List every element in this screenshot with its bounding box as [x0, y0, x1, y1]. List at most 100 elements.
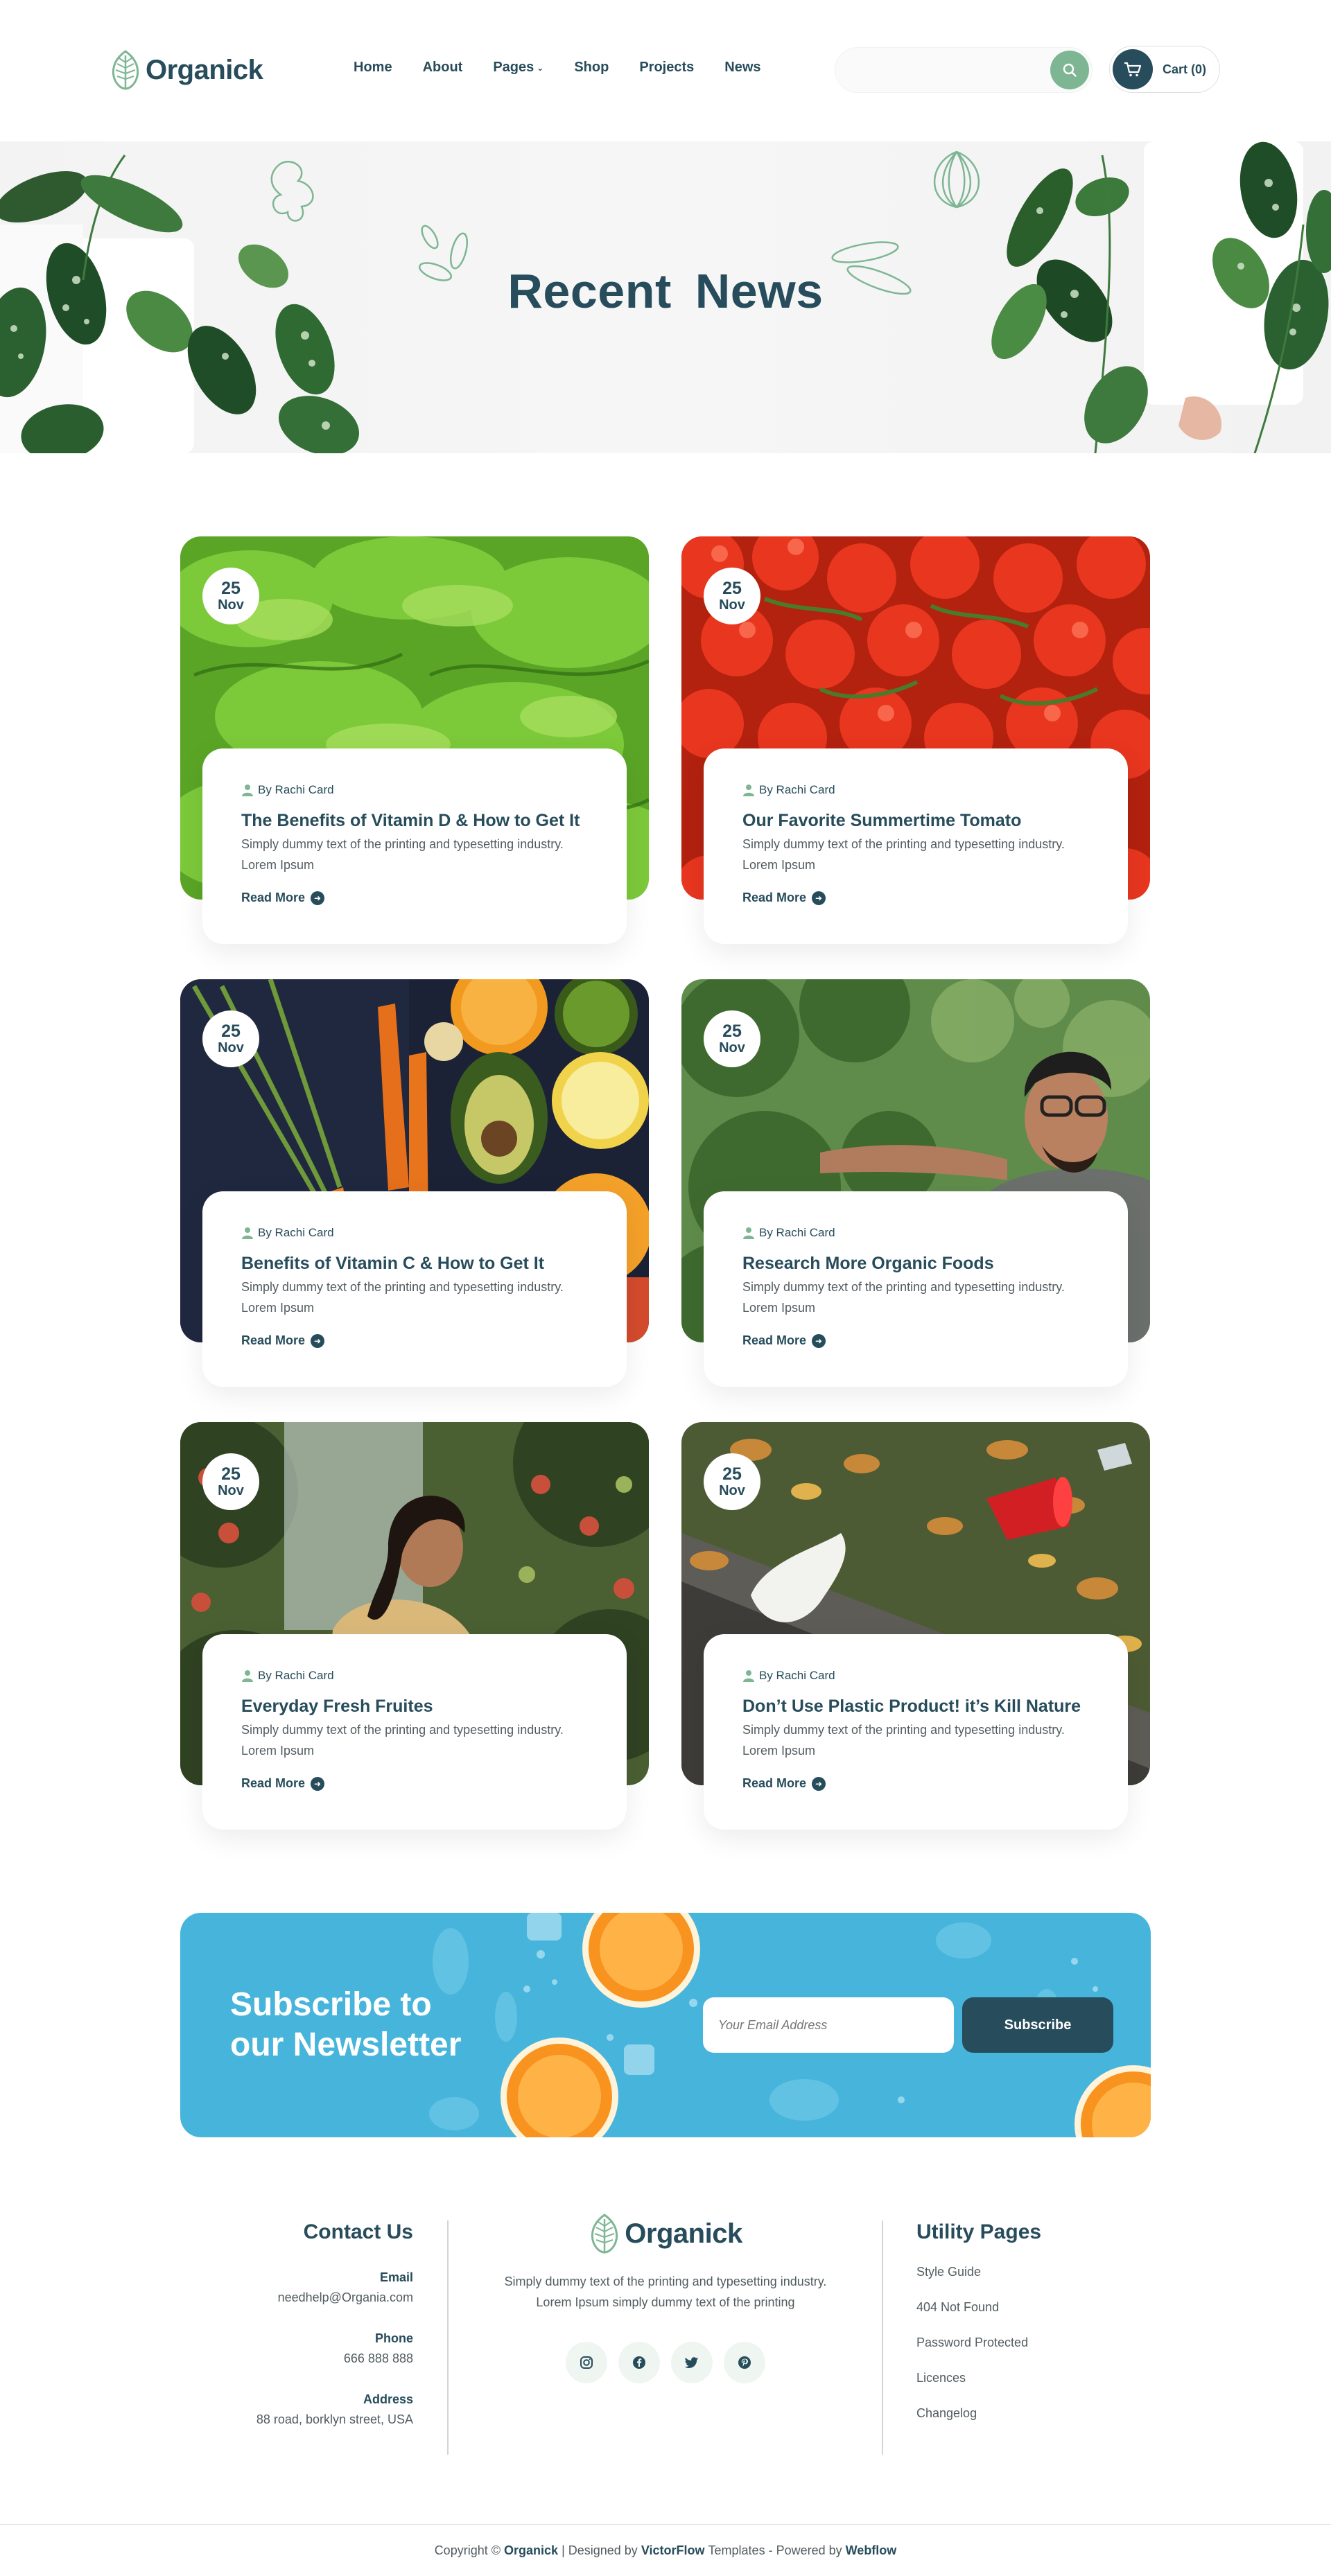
utility-link-changelog[interactable]: Changelog [916, 2406, 1041, 2421]
nav-shop-label: Shop [574, 60, 609, 75]
main-nav: Home About Pages ⌄ Shop Projects News [354, 60, 792, 76]
post-title[interactable]: Research More Organic Foods [742, 1254, 1089, 1274]
copyright-bar: Copyright © Organick | Designed by Victo… [0, 2524, 1331, 2576]
utility-link-password-protected[interactable]: Password Protected [916, 2336, 1041, 2350]
logo[interactable]: Organick [110, 50, 263, 90]
address-value: 88 road, borklyn street, USA [256, 2412, 413, 2426]
contact-heading: Contact Us [303, 2220, 413, 2243]
utility-link-404[interactable]: 404 Not Found [916, 2300, 1041, 2315]
news-card[interactable]: 25 Nov By Rachi Card Don’t Use Plastic P… [681, 1422, 1150, 1838]
email-value[interactable]: needhelp@Organia.com [256, 2290, 413, 2305]
nav-shop[interactable]: Shop [574, 60, 609, 76]
footer: Contact Us Email needhelp@Organia.com Ph… [0, 2190, 1331, 2576]
author-line: By Rachi Card [742, 1669, 1089, 1683]
phone-value[interactable]: 666 888 888 [256, 2351, 413, 2366]
twitter-link[interactable] [671, 2342, 713, 2383]
date-badge: 25 Nov [704, 1453, 760, 1510]
read-more-label: Read More [742, 1776, 807, 1790]
footer-brand: Organick Simply dummy text of the printi… [448, 2214, 883, 2383]
date-day: 25 [221, 579, 241, 598]
search-input[interactable] [852, 48, 1046, 94]
cart-button[interactable]: Cart (0) [1109, 46, 1220, 93]
nav-home-label: Home [354, 60, 392, 75]
read-more-link[interactable]: Read More ➜ [241, 1776, 588, 1791]
utility-link-licences[interactable]: Licences [916, 2371, 1041, 2385]
nav-pages-label: Pages [493, 60, 534, 75]
date-month: Nov [218, 597, 244, 613]
card-body: By Rachi Card Our Favorite Summertime To… [704, 748, 1128, 944]
nav-pages[interactable]: Pages ⌄ [493, 60, 543, 76]
news-card[interactable]: 25 Nov By Rachi Card Benefits of Vitamin… [180, 979, 649, 1395]
news-card[interactable]: 25 Nov By Rachi Card Research More Organ… [681, 979, 1150, 1395]
instagram-icon [580, 2356, 593, 2369]
read-more-link[interactable]: Read More ➜ [241, 1333, 588, 1348]
nav-news-label: News [724, 60, 761, 75]
contact-section: Contact Us Email needhelp@Organia.com Ph… [256, 2220, 413, 2427]
card-body: By Rachi Card Research More Organic Food… [704, 1191, 1128, 1387]
nav-news[interactable]: News [724, 60, 760, 76]
arrow-right-icon: ➜ [812, 891, 826, 905]
copyright-designer[interactable]: VictorFlow [641, 2543, 705, 2558]
nav-about[interactable]: About [423, 60, 463, 76]
date-month: Nov [719, 1040, 745, 1055]
date-day: 25 [722, 1464, 742, 1484]
newsletter-banner: Subscribe to our Newsletter Subscribe [180, 1913, 1151, 2137]
copyright-platform[interactable]: Webflow [846, 2543, 897, 2558]
header: Organick Home About Pages ⌄ Shop Projects… [0, 0, 1331, 141]
author-name: By Rachi Card [759, 783, 835, 796]
newsletter-title-line1: Subscribe to [230, 1986, 432, 2023]
footer-logo[interactable]: Organick [589, 2214, 742, 2254]
copyright-designed: | Designed by [562, 2543, 638, 2557]
post-title[interactable]: The Benefits of Vitamin D & How to Get I… [241, 811, 588, 831]
facebook-link[interactable] [618, 2342, 660, 2383]
facebook-icon [633, 2356, 645, 2369]
cart-label: Cart (0) [1163, 62, 1207, 76]
arrow-right-icon: ➜ [311, 1776, 325, 1791]
nav-home[interactable]: Home [354, 60, 392, 76]
date-month: Nov [218, 1483, 244, 1498]
date-day: 25 [722, 1022, 742, 1041]
user-icon [242, 1670, 253, 1682]
read-more-label: Read More [742, 1333, 807, 1347]
post-title[interactable]: Benefits of Vitamin C & How to Get It [241, 1254, 588, 1274]
date-month: Nov [719, 1483, 745, 1498]
user-icon [743, 1227, 754, 1239]
post-title[interactable]: Our Favorite Summertime Tomato [742, 811, 1089, 831]
address-label: Address [363, 2392, 413, 2406]
search-button[interactable] [1050, 51, 1089, 89]
utility-link-style-guide[interactable]: Style Guide [916, 2265, 1041, 2279]
read-more-link[interactable]: Read More ➜ [742, 1776, 1089, 1791]
subscribe-button[interactable]: Subscribe [962, 1997, 1113, 2053]
logo-text: Organick [146, 54, 263, 85]
author-name: By Rachi Card [258, 783, 334, 796]
author-line: By Rachi Card [241, 1669, 588, 1683]
user-icon [743, 785, 754, 796]
copyright-templates: Templates - Powered by [708, 2543, 842, 2557]
page-title: Recent News [507, 264, 824, 318]
chevron-down-icon: ⌄ [537, 62, 544, 73]
nav-projects[interactable]: Projects [639, 60, 694, 76]
date-badge: 25 Nov [704, 568, 760, 624]
read-more-label: Read More [742, 891, 807, 904]
news-card[interactable]: 25 Nov By Rachi Card Everyday Fresh Frui… [180, 1422, 649, 1838]
news-card[interactable]: 25 Nov By Rachi Card Our Favorite Summer… [681, 536, 1150, 952]
pinterest-icon [738, 2356, 751, 2369]
read-more-link[interactable]: Read More ➜ [742, 891, 1089, 905]
read-more-link[interactable]: Read More ➜ [241, 891, 588, 905]
post-title[interactable]: Everyday Fresh Fruites [241, 1697, 588, 1717]
read-more-link[interactable]: Read More ➜ [742, 1333, 1089, 1348]
instagram-link[interactable] [566, 2342, 607, 2383]
card-body: By Rachi Card Everyday Fresh Fruites Sim… [202, 1634, 627, 1830]
news-card[interactable]: 25 Nov By Rachi Card The Benefits of Vit… [180, 536, 649, 952]
author-line: By Rachi Card [241, 783, 588, 797]
page: Organick Home About Pages ⌄ Shop Projects… [0, 0, 1331, 2576]
author-name: By Rachi Card [759, 1226, 835, 1239]
post-excerpt: Simply dummy text of the printing and ty… [742, 1723, 1065, 1758]
email-field[interactable] [703, 1997, 954, 2053]
author-name: By Rachi Card [258, 1669, 334, 1682]
read-more-label: Read More [241, 1333, 306, 1347]
pinterest-link[interactable] [724, 2342, 765, 2383]
copyright-prefix: Copyright © [434, 2543, 501, 2557]
post-title[interactable]: Don’t Use Plastic Product! it’s Kill Nat… [742, 1697, 1089, 1717]
copyright-brand[interactable]: Organick [504, 2543, 558, 2558]
